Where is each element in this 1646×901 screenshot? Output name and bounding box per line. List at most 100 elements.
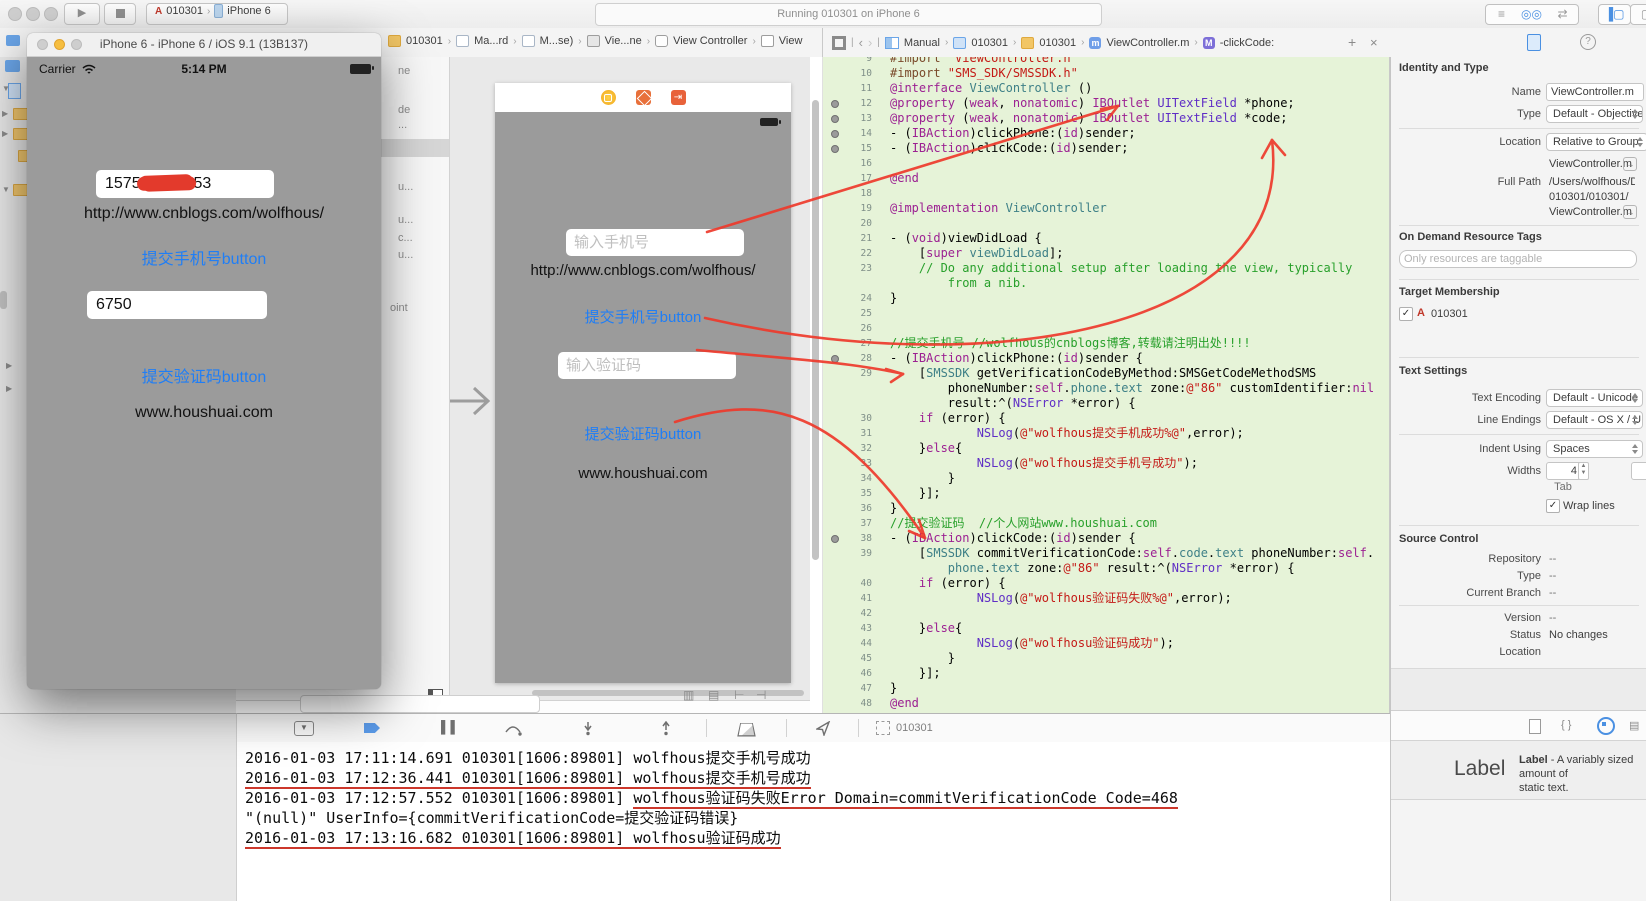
target-checkbox[interactable]: ✓ (1399, 307, 1413, 321)
crumb-view[interactable]: View (779, 35, 803, 47)
step-over-button[interactable] (504, 722, 522, 736)
code-line[interactable]: 43 }else{ (822, 621, 1388, 636)
ios-simulator-window[interactable]: iPhone 6 - iPhone 6 / iOS 9.1 (13B137) C… (27, 33, 381, 689)
breakpoints-toggle[interactable] (364, 723, 380, 733)
code-line[interactable]: 14- (IBAction)clickPhone:(id)sender; (822, 126, 1388, 141)
code-line[interactable]: 18 (822, 186, 1388, 201)
ib-connection-well[interactable] (831, 534, 839, 543)
exit-segue-icon[interactable]: ⇥ (670, 90, 686, 105)
disclosure-triangle[interactable]: ▶ (6, 361, 12, 370)
align-icon[interactable]: ▤ (708, 688, 719, 702)
code-line[interactable]: 13 @property (weak, nonatomic) IBOutlet U… (822, 111, 1388, 126)
code-line[interactable]: 48 @end (822, 696, 1388, 711)
code-line[interactable]: 15- (IBAction)clickCode:(id)sender; (822, 141, 1388, 156)
code-line[interactable]: 11 @interface ViewController () (822, 81, 1388, 96)
disclosure-triangle[interactable]: ▶ (6, 384, 12, 393)
outline-item[interactable]: de (398, 104, 410, 116)
sb-submit-code-button[interactable]: 提交验证码button (495, 423, 791, 444)
code-line[interactable]: 29 [SMSSDK getVerificationCodeByMethod:S… (822, 366, 1388, 381)
outline-item[interactable]: c... (398, 232, 413, 244)
code-line[interactable]: 34 } (822, 471, 1388, 486)
tab-width-field[interactable]: 4 (1546, 462, 1582, 480)
standard-editor-button[interactable]: ≡ (1485, 4, 1518, 25)
utilities-panel-toggle[interactable]: ▢ (1630, 4, 1646, 25)
hide-debug-area-button[interactable]: ▼ (294, 721, 314, 736)
crumb-project[interactable]: 010301 (406, 35, 443, 47)
assistant-editor-button[interactable]: ◎◎ (1516, 4, 1548, 25)
object-library-icon[interactable] (1597, 717, 1615, 735)
crumb-assistant-project[interactable]: 010301 (971, 37, 1008, 49)
crumb-view-controller[interactable]: View Controller (673, 35, 747, 47)
console-line[interactable]: 2016-01-03 17:11:14.691 010301[1606:8980… (236, 748, 1390, 768)
wrap-lines-checkbox[interactable]: ✓ (1546, 499, 1560, 513)
crumb-base[interactable]: M...se) (540, 35, 574, 47)
odr-tags-field[interactable]: Only resources are taggable (1399, 250, 1637, 268)
text-encoding-popup[interactable]: Default - Unicode (1546, 389, 1643, 407)
sb-url-label[interactable]: http://www.cnblogs.com/wolfhous/ (495, 262, 791, 279)
code-line[interactable]: 33 NSLog(@"wolfhous提交手机号成功"); (822, 456, 1388, 471)
tab-width-stepper[interactable]: ▲ ▼ (1578, 462, 1589, 480)
sb-phone-textfield[interactable]: 输入手机号 (566, 229, 744, 256)
reveal-arrow-button[interactable]: → (1623, 205, 1637, 219)
code-line[interactable]: 26 (822, 321, 1388, 336)
ib-connection-well[interactable] (831, 99, 839, 108)
resolve-autolayout-icon[interactable]: ⊣ (756, 688, 766, 702)
ib-connection-well[interactable] (831, 114, 839, 123)
name-field[interactable]: ViewController.m (1546, 83, 1644, 101)
code-line[interactable]: 23 // Do any additional setup after load… (822, 261, 1388, 276)
first-responder-icon[interactable] (635, 90, 652, 107)
sim-minimize-button[interactable] (54, 39, 65, 50)
process-name[interactable]: 010301 (896, 722, 933, 734)
close-assistant-button[interactable]: × (1370, 35, 1378, 50)
pause-button[interactable]: ▌▌ (441, 720, 460, 734)
code-line[interactable]: 31 NSLog(@"wolfhous提交手机成功%@",error); (822, 426, 1388, 441)
navigator-scrollbar[interactable] (0, 291, 7, 309)
simulator-titlebar[interactable]: iPhone 6 - iPhone 6 / iOS 9.1 (13B137) (27, 33, 381, 57)
simulate-location-button[interactable] (816, 721, 831, 736)
code-line[interactable]: 27//提交手机号 //wolfhous的cnblogs博客,转载请注明出处!!… (822, 336, 1388, 351)
sb-submit-phone-button[interactable]: 提交手机号button (495, 306, 791, 327)
code-line[interactable]: result:^(NSError *error) { (822, 396, 1388, 411)
editor-scrollbar[interactable] (812, 100, 819, 560)
crumb-scene[interactable]: Vie...ne (605, 35, 642, 47)
version-editor-button[interactable]: ⇄ (1547, 4, 1579, 25)
stop-button[interactable] (104, 3, 136, 25)
code-line[interactable]: 17 @end (822, 171, 1388, 186)
code-line[interactable]: 41 NSLog(@"wolfhous验证码失败%@",error); (822, 591, 1388, 606)
code-line[interactable]: 16 (822, 156, 1388, 171)
code-line[interactable]: 36} (822, 501, 1388, 516)
outline-item[interactable]: u... (398, 249, 413, 261)
library-item-label[interactable]: Label Label - A variably sized amount of… (1391, 740, 1646, 800)
code-line[interactable]: 20 (822, 216, 1388, 231)
assistant-code-editor[interactable]: 9 #import "ViewController.h" 10 #import "SM… (810, 57, 1390, 713)
code-line[interactable]: 30 if (error) { (822, 411, 1388, 426)
sim-code-textfield[interactable]: 6750 (87, 291, 267, 319)
code-line[interactable]: from a nib. (822, 276, 1388, 291)
crumb-storyboard[interactable]: Ma...rd (474, 35, 508, 47)
code-line[interactable]: 35 }]; (822, 486, 1388, 501)
view-controller-scene[interactable]: ⇥ 输入手机号 http://www.cnblogs.com/wolfhous/… (495, 83, 791, 683)
disclosure-triangle[interactable]: ▶ (2, 129, 8, 138)
console-line[interactable]: "(null)" UserInfo={commitVerificationCod… (236, 808, 1390, 828)
project-file-icon[interactable] (8, 83, 21, 99)
code-line[interactable]: 32 }else{ (822, 441, 1388, 456)
window-minimize-button[interactable] (26, 7, 40, 21)
console-line[interactable]: 2016-01-03 17:12:57.552 010301[1606:8980… (236, 788, 1390, 809)
project-navigator-icon[interactable] (5, 60, 20, 72)
code-line[interactable]: 21- (void)viewDidLoad { (822, 231, 1388, 246)
code-line[interactable]: 42 (822, 606, 1388, 621)
back-button[interactable]: ‹ (859, 35, 863, 50)
crumb-assistant-file[interactable]: ViewController.m (1106, 37, 1189, 49)
quick-help-tab[interactable]: ? (1580, 34, 1596, 50)
forward-button[interactable]: › (868, 35, 872, 50)
crumb-assistant-method[interactable]: -clickCode: (1220, 37, 1274, 49)
outline-item[interactable]: oint (390, 302, 408, 314)
sim-close-button[interactable] (37, 39, 48, 50)
console-line[interactable]: 2016-01-03 17:13:16.682 010301[1606:8980… (236, 828, 1390, 849)
code-line[interactable]: 44 NSLog(@"wolfhosu验证码成功"); (822, 636, 1388, 651)
disclosure-triangle[interactable]: ▼ (2, 185, 10, 194)
file-template-library-icon[interactable] (1529, 719, 1541, 734)
tracking-grid-icon[interactable] (832, 35, 846, 50)
crumb-manual[interactable]: Manual (904, 37, 940, 49)
code-line[interactable]: 24} (822, 291, 1388, 306)
